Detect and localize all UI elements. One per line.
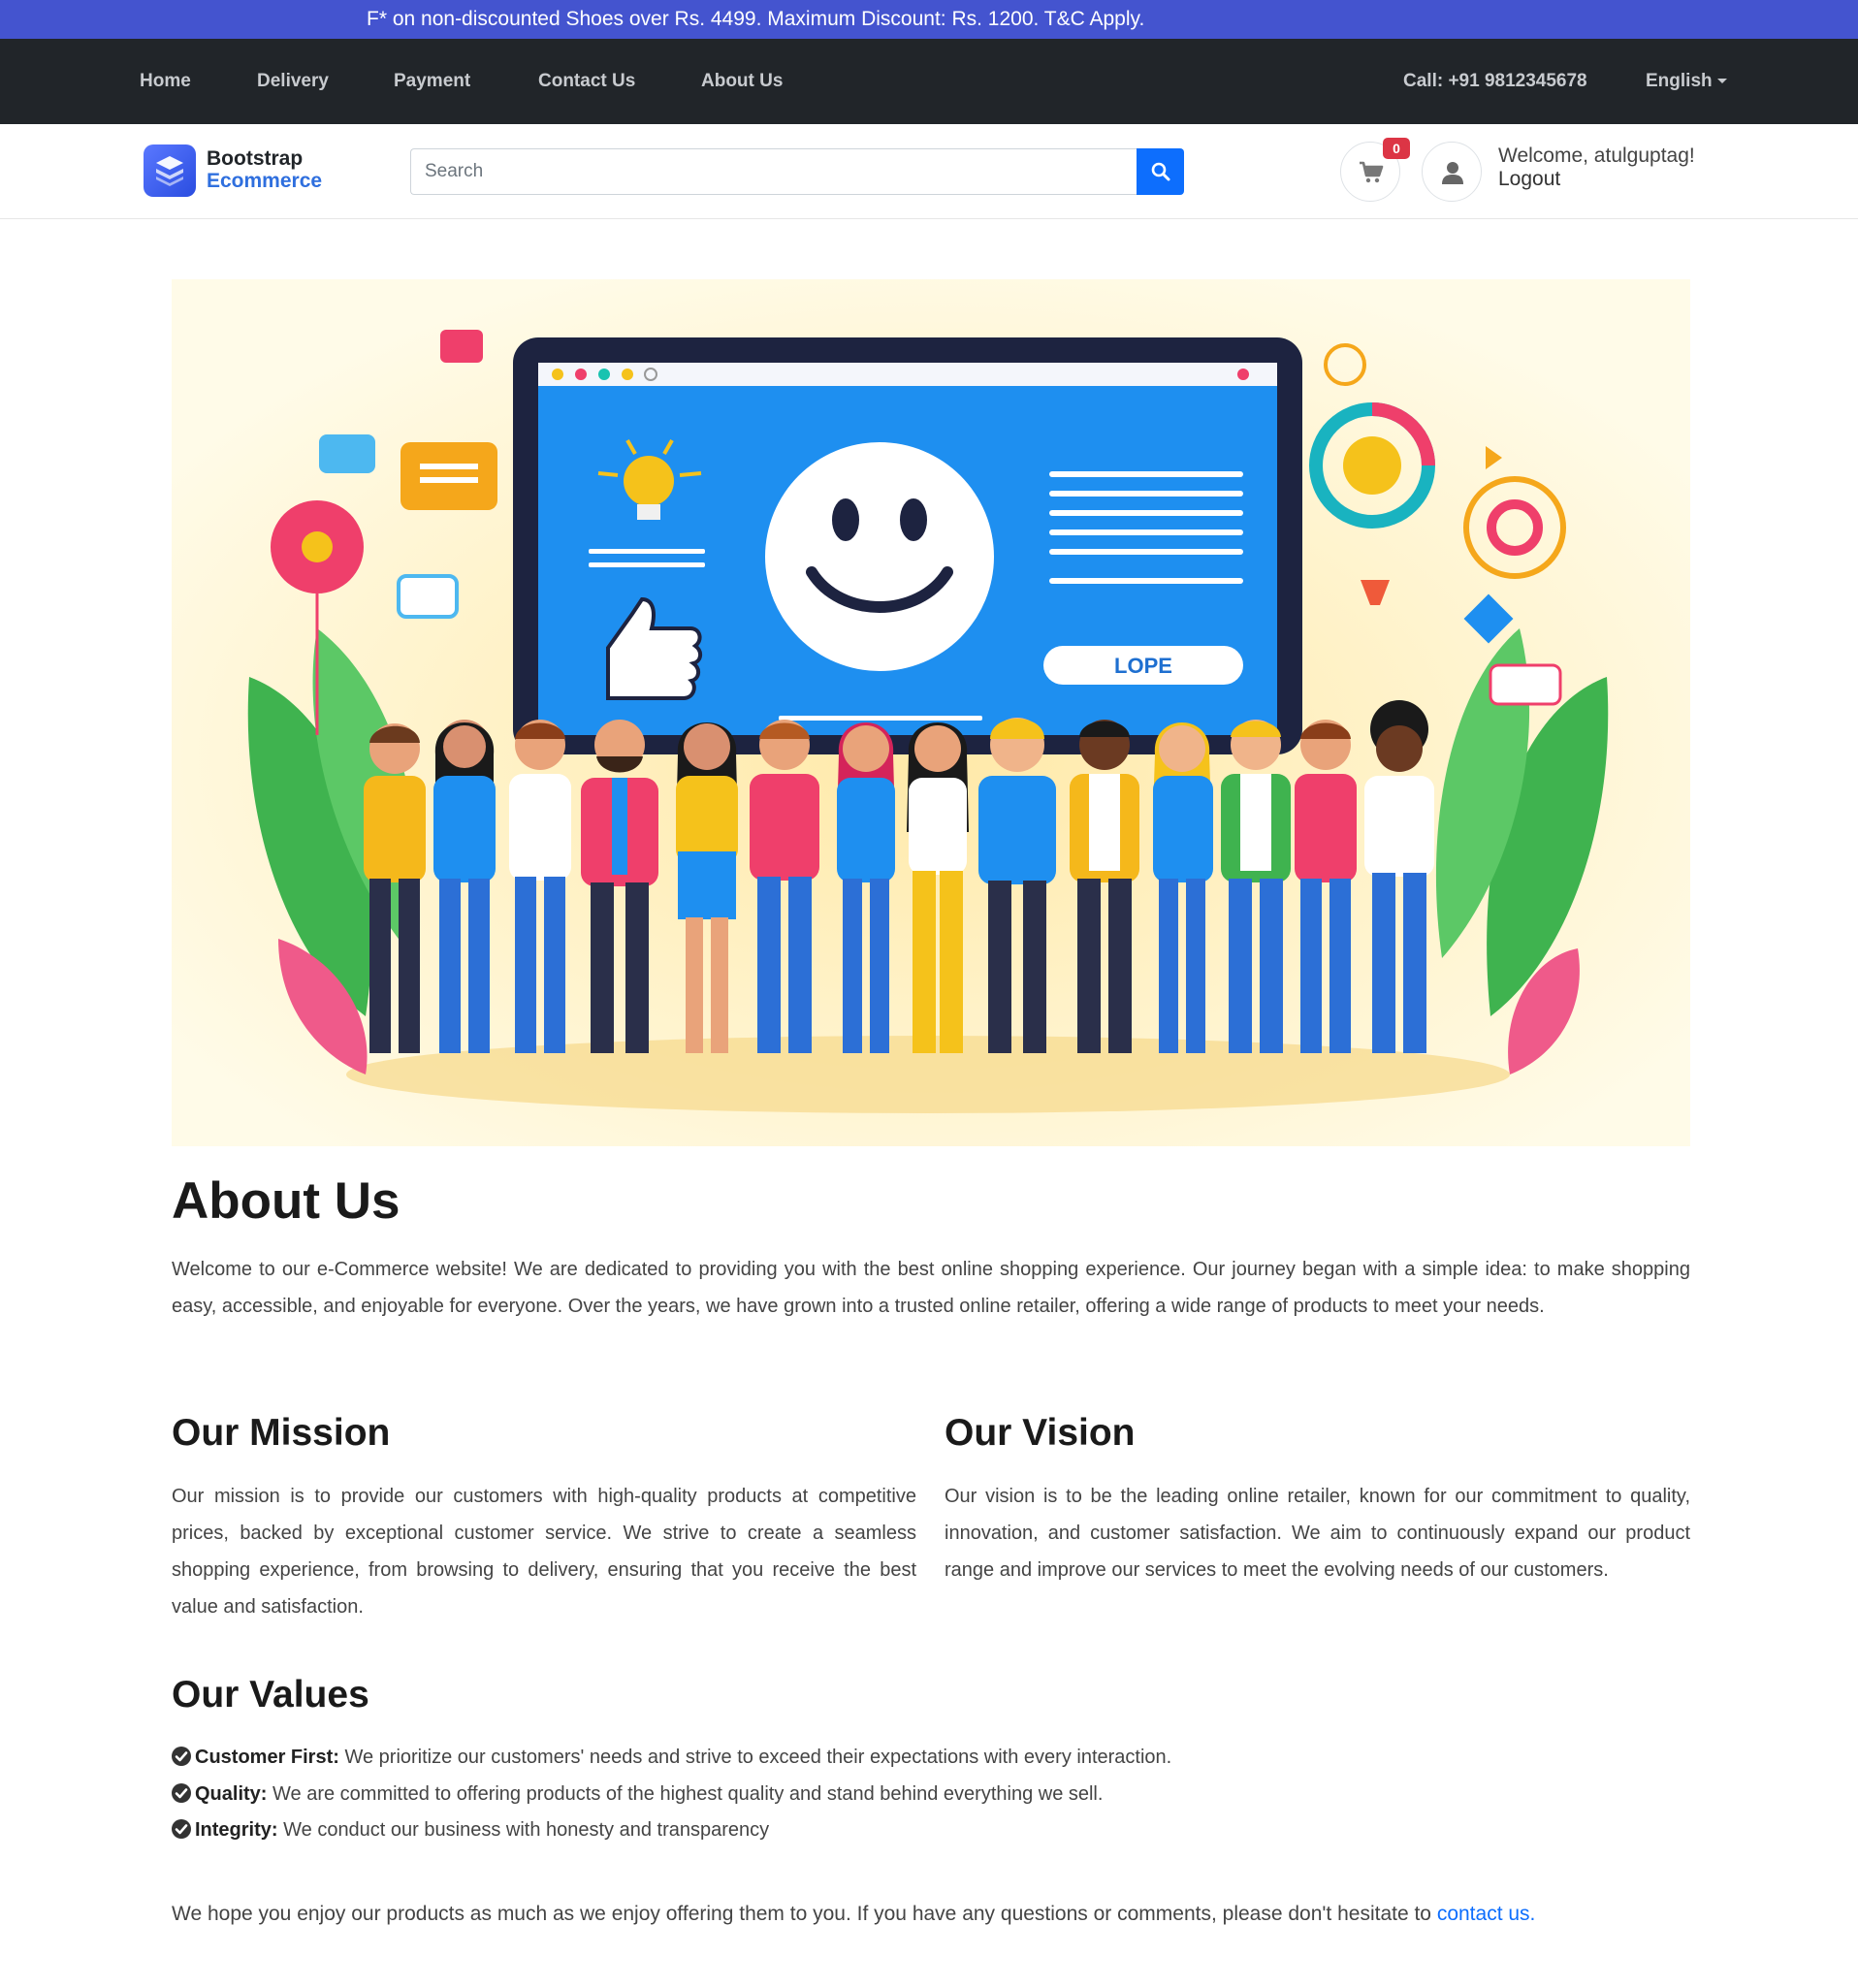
mission-heading: Our Mission xyxy=(172,1412,391,1454)
user-account-button[interactable] xyxy=(1422,142,1482,202)
values-heading: Our Values xyxy=(172,1674,369,1715)
value-name: Customer First: xyxy=(195,1747,339,1768)
value-description: We prioritize our customers' needs and s… xyxy=(338,1747,1172,1768)
nav-contact-us[interactable]: Contact Us xyxy=(538,39,635,124)
logo-text-bootstrap[interactable]: Bootstrap xyxy=(207,147,303,171)
cart-count-badge: 0 xyxy=(1383,138,1410,159)
logo-icon[interactable] xyxy=(144,144,196,197)
value-item-integrity: Integrity: We conduct our business with … xyxy=(172,1815,769,1844)
call-link[interactable]: Call: +91 9812345678 xyxy=(1403,39,1587,124)
welcome-text: Welcome, atulguptag! xyxy=(1498,144,1695,167)
value-item-quality: Quality: We are committed to offering pr… xyxy=(172,1780,1103,1809)
promo-bar: F* on non-discounted Shoes over Rs. 4499… xyxy=(0,0,1858,39)
nav-delivery[interactable]: Delivery xyxy=(257,39,329,124)
value-name: Integrity: xyxy=(195,1819,278,1841)
top-navbar: Home Delivery Payment Contact Us About U… xyxy=(0,39,1858,124)
check-circle-icon xyxy=(172,1819,191,1840)
value-description: We are committed to offering products of… xyxy=(267,1783,1104,1805)
check-circle-icon xyxy=(172,1783,191,1804)
page-title: About Us xyxy=(172,1172,400,1230)
check-circle-icon xyxy=(172,1747,191,1767)
promo-text: F* on non-discounted Shoes over Rs. 4499… xyxy=(367,8,1145,30)
closing-text: We hope you enjoy our products as much a… xyxy=(172,1903,1437,1925)
language-label: English xyxy=(1646,71,1713,91)
vision-heading: Our Vision xyxy=(945,1412,1136,1454)
intro-paragraph: Welcome to our e-Commerce website! We ar… xyxy=(172,1259,1690,1317)
cart-icon xyxy=(1360,161,1384,183)
search-button[interactable] xyxy=(1137,148,1184,195)
search-input[interactable] xyxy=(410,148,1137,195)
closing-paragraph: We hope you enjoy our products as much a… xyxy=(172,1903,1535,1926)
nav-home[interactable]: Home xyxy=(140,39,191,124)
logout-link[interactable]: Logout xyxy=(1498,168,1560,191)
value-name: Quality: xyxy=(195,1783,268,1805)
hero-illustration: LOPE xyxy=(172,279,1690,1146)
screen-button-text: LOPE xyxy=(1114,654,1172,678)
mission-paragraph: Our mission is to provide our customers … xyxy=(172,1486,916,1618)
nav-about-us[interactable]: About Us xyxy=(701,39,783,124)
search-icon xyxy=(1151,162,1170,181)
nav-payment[interactable]: Payment xyxy=(394,39,470,124)
site-header: Bootstrap Ecommerce 0 Welcome, atulgupta… xyxy=(0,124,1858,219)
vision-paragraph: Our vision is to be the leading online r… xyxy=(945,1486,1690,1581)
language-dropdown[interactable]: English xyxy=(1646,39,1727,124)
value-item-customer-first: Customer First: We prioritize our custom… xyxy=(172,1743,1171,1772)
value-description: We conduct our business with honesty and… xyxy=(277,1819,770,1841)
user-icon xyxy=(1442,162,1463,184)
caret-down-icon xyxy=(1716,79,1727,84)
logo-text-ecommerce[interactable]: Ecommerce xyxy=(207,170,322,193)
contact-us-link[interactable]: contact us. xyxy=(1437,1903,1536,1925)
